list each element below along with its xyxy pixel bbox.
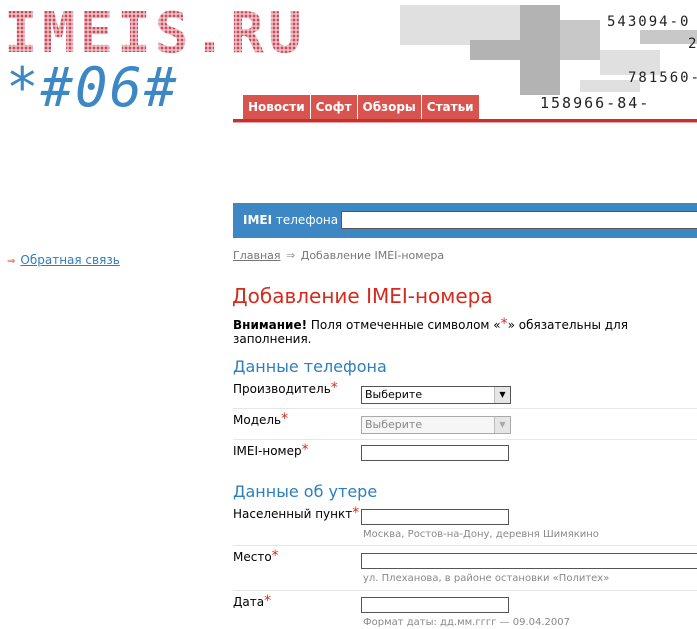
nav-divider [233, 122, 697, 123]
chevron-down-icon[interactable]: ▼ [494, 387, 510, 403]
nav-articles[interactable]: Статьи [421, 95, 479, 119]
field-hint: Формат даты: дд.мм.гггг — 09.04.2007 [363, 617, 570, 628]
decor-number: 2 [688, 36, 697, 52]
breadcrumb-separator: ⇒ [286, 249, 296, 262]
section-loss-title: Данные об утере [233, 482, 378, 501]
field-hint: Москва, Ростов-на-Дону, деревня Шимякино [363, 529, 599, 540]
field-label: Производитель* [233, 380, 338, 396]
imei-code: *#06# [6, 56, 179, 119]
sidebar-feedback: ⇒ Обратная связь [7, 253, 120, 267]
site-logo[interactable]: IMEIS.RU [4, 6, 306, 62]
chevron-down-icon[interactable]: ▼ [494, 417, 510, 433]
decor-block [470, 40, 530, 60]
date-input[interactable] [361, 597, 509, 613]
breadcrumb: Главная ⇒ Добавление IMEI-номера [233, 249, 444, 262]
required-mark: * [330, 380, 338, 396]
decor-block [400, 5, 540, 45]
page-title: Добавление IMEI-номера [232, 284, 493, 308]
main-nav: Новости Софт Обзоры Статьи [243, 95, 480, 119]
breadcrumb-home[interactable]: Главная [233, 249, 281, 262]
field-label: Место* [233, 548, 279, 564]
field-label: Населенный пункт* [233, 505, 360, 521]
nav-reviews[interactable]: Обзоры [357, 95, 421, 119]
field-label: IMEI-номер* [233, 442, 309, 458]
manufacturer-select[interactable]: Выберите ▼ [361, 386, 511, 404]
imei-input[interactable] [361, 445, 509, 461]
field-hint: ул. Плеханова, в районе остановки «Полит… [363, 573, 610, 584]
field-date: Дата* Формат даты: дд.мм.гггг — 09.04.20… [233, 591, 697, 629]
nav-news[interactable]: Новости [243, 95, 310, 119]
required-mark: * [264, 593, 272, 609]
decor-block [560, 20, 600, 60]
field-model: Модель* Выберите ▼ [233, 409, 697, 440]
imei-search-input[interactable] [341, 211, 697, 229]
required-notice: Внимание! Поля отмеченные символом «*» о… [233, 316, 628, 346]
feedback-link[interactable]: Обратная связь [20, 253, 119, 267]
arrow-right-icon: ⇒ [7, 256, 16, 267]
required-mark: * [281, 411, 289, 427]
imei-search-bar: IMEI телефона [233, 203, 697, 238]
field-locality: Населенный пункт* Москва, Ростов-на-Дону… [233, 503, 697, 546]
place-input[interactable] [361, 553, 697, 569]
section-phone-title: Данные телефона [233, 357, 387, 376]
field-place: Место* ул. Плеханова, в районе остановки… [233, 546, 697, 591]
decor-number: 781560- [628, 70, 697, 86]
decor-number: 158966-84- [540, 94, 651, 112]
field-label: Дата* [233, 593, 272, 609]
required-mark: * [271, 548, 279, 564]
required-mark: * [301, 442, 309, 458]
breadcrumb-current: Добавление IMEI-номера [300, 249, 445, 262]
field-label: Модель* [233, 411, 289, 427]
model-select[interactable]: Выберите ▼ [361, 416, 511, 434]
field-manufacturer: Производитель* Выберите ▼ [233, 378, 697, 409]
decor-number: 543094-0 [607, 14, 691, 30]
locality-input[interactable] [361, 509, 509, 525]
nav-soft[interactable]: Софт [310, 95, 357, 119]
search-label: IMEI телефона [243, 213, 339, 227]
field-imei: IMEI-номер* [233, 440, 697, 470]
required-mark: * [352, 505, 360, 521]
